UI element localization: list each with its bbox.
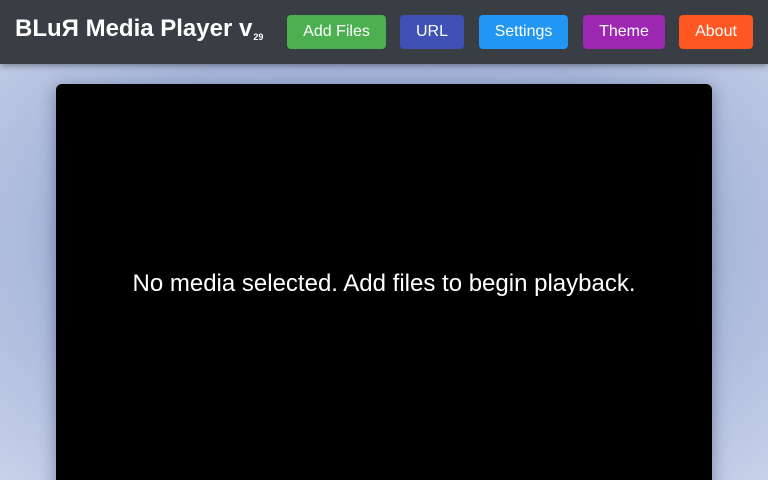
about-button[interactable]: About [679,15,753,49]
url-button[interactable]: URL [400,15,464,49]
settings-button[interactable]: Settings [479,15,568,49]
no-media-message: No media selected. Add files to begin pl… [132,270,636,297]
theme-button[interactable]: Theme [583,15,665,49]
app-title-text: BLuЯ Media Player v [15,15,253,42]
app-header: BLuЯ Media Player v29 Add Files URL Sett… [0,0,768,64]
app-title: BLuЯ Media Player v29 [15,14,263,52]
add-files-button[interactable]: Add Files [287,15,386,49]
app-version: 29 [253,32,264,42]
video-player[interactable]: No media selected. Add files to begin pl… [56,84,712,480]
